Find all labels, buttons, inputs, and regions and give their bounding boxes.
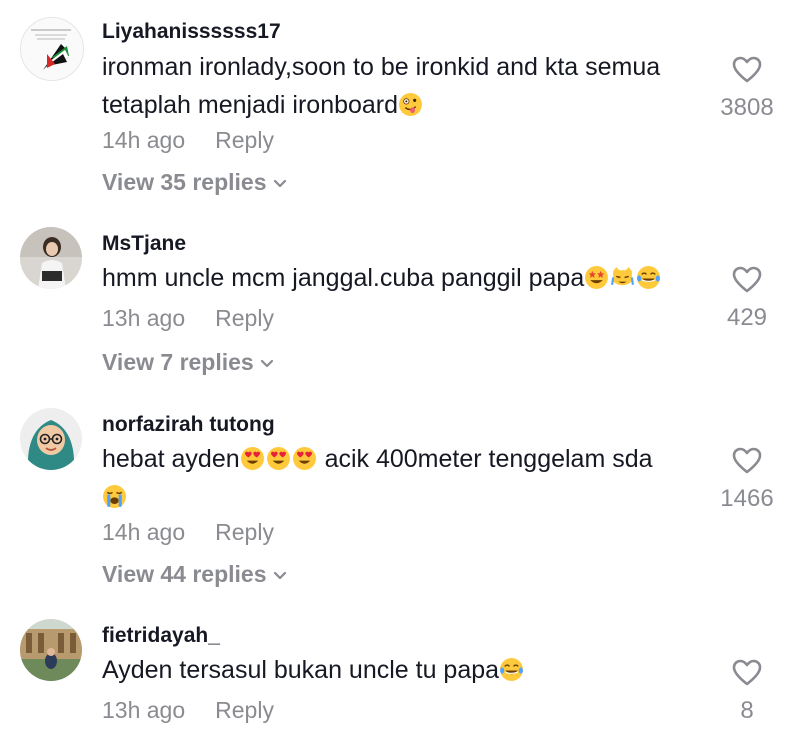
reply-button[interactable]: Reply: [215, 127, 274, 153]
photo-avatar-icon: [20, 619, 82, 681]
photo-avatar-icon: [20, 227, 82, 289]
hijab-cartoon-avatar-icon: [20, 408, 82, 470]
heart-eyes-emoji-icon: [266, 447, 290, 470]
chevron-down-icon: [260, 359, 273, 368]
heart-eyes-emoji-icon: [240, 447, 264, 470]
comment-text: Ayden tersasul bukan uncle tu papa: [102, 651, 702, 689]
like-area: 1466: [712, 447, 782, 513]
zany-face-emoji-icon: [399, 93, 423, 116]
comment-timestamp: 14h ago: [102, 127, 186, 153]
joy-emoji-icon: [500, 658, 524, 681]
heart-icon[interactable]: [732, 56, 762, 84]
like-area: 8: [712, 659, 782, 725]
heart-eyes-emoji-icon: [292, 447, 316, 470]
comment-username[interactable]: MsTjane: [102, 232, 186, 256]
view-replies-button[interactable]: View 35 replies: [102, 169, 287, 196]
reply-button[interactable]: Reply: [215, 305, 274, 331]
comment-username[interactable]: norfazirah tutong: [102, 413, 275, 437]
comment-meta: 14h ago Reply: [102, 519, 274, 546]
loudly-crying-emoji-icon: [103, 485, 126, 508]
chevron-down-icon: [273, 571, 286, 580]
comment-username[interactable]: Liyahanissssss17: [102, 20, 281, 44]
comment-text-line: Ayden tersasul bukan uncle tu papa: [102, 656, 500, 684]
view-replies-label: View 7 replies: [102, 349, 254, 375]
comment-text-line: acik 400meter tenggelam sda: [317, 445, 653, 473]
avatar[interactable]: [20, 408, 82, 470]
reply-button[interactable]: Reply: [215, 519, 274, 545]
view-replies-label: View 44 replies: [102, 561, 267, 587]
joy-emoji-icon: [637, 266, 661, 289]
comment-timestamp: 13h ago: [102, 305, 186, 331]
view-replies-button[interactable]: View 44 replies: [102, 561, 287, 588]
comment-text-line: ironman ironlady,soon to be ironkid and …: [102, 53, 661, 81]
heart-icon[interactable]: [732, 447, 762, 475]
reply-button[interactable]: Reply: [215, 697, 274, 723]
comment-meta: 13h ago Reply: [102, 697, 274, 724]
chevron-down-icon: [273, 179, 286, 188]
comment-timestamp: 14h ago: [102, 519, 186, 545]
like-count: 1466: [720, 485, 774, 512]
like-count: 8: [740, 697, 754, 724]
comment-text: hmm uncle mcm janggal.cuba panggil papa: [102, 259, 702, 297]
star-struck-emoji-icon: [585, 266, 609, 289]
palestine-flag-icon: [21, 18, 83, 80]
heart-icon[interactable]: [732, 266, 762, 294]
comment-text-line: tetaplah menjadi ironboard: [102, 91, 399, 119]
comment-username[interactable]: fietridayah_: [102, 624, 220, 648]
avatar[interactable]: [20, 619, 82, 681]
comment-text-line: hebat ayden: [102, 445, 240, 473]
like-count: 429: [726, 304, 768, 331]
crying-cat-emoji-icon: [611, 267, 635, 286]
avatar[interactable]: [20, 17, 84, 81]
like-count: 3808: [720, 94, 774, 121]
avatar[interactable]: [20, 227, 82, 289]
view-replies-label: View 35 replies: [102, 169, 267, 195]
view-replies-button[interactable]: View 7 replies: [102, 349, 274, 376]
like-area: 3808: [712, 56, 782, 122]
comment-text: hebat ayden acik 400meter tenggelam sda: [102, 440, 702, 516]
comment-timestamp: 13h ago: [102, 697, 186, 723]
comment-meta: 13h ago Reply: [102, 305, 274, 332]
heart-icon[interactable]: [732, 659, 762, 687]
comment-meta: 14h ago Reply: [102, 127, 274, 154]
comment-text-line: hmm uncle mcm janggal.cuba panggil papa: [102, 264, 585, 292]
like-area: 429: [712, 266, 782, 332]
comment-text: ironman ironlady,soon to be ironkid and …: [102, 48, 702, 124]
